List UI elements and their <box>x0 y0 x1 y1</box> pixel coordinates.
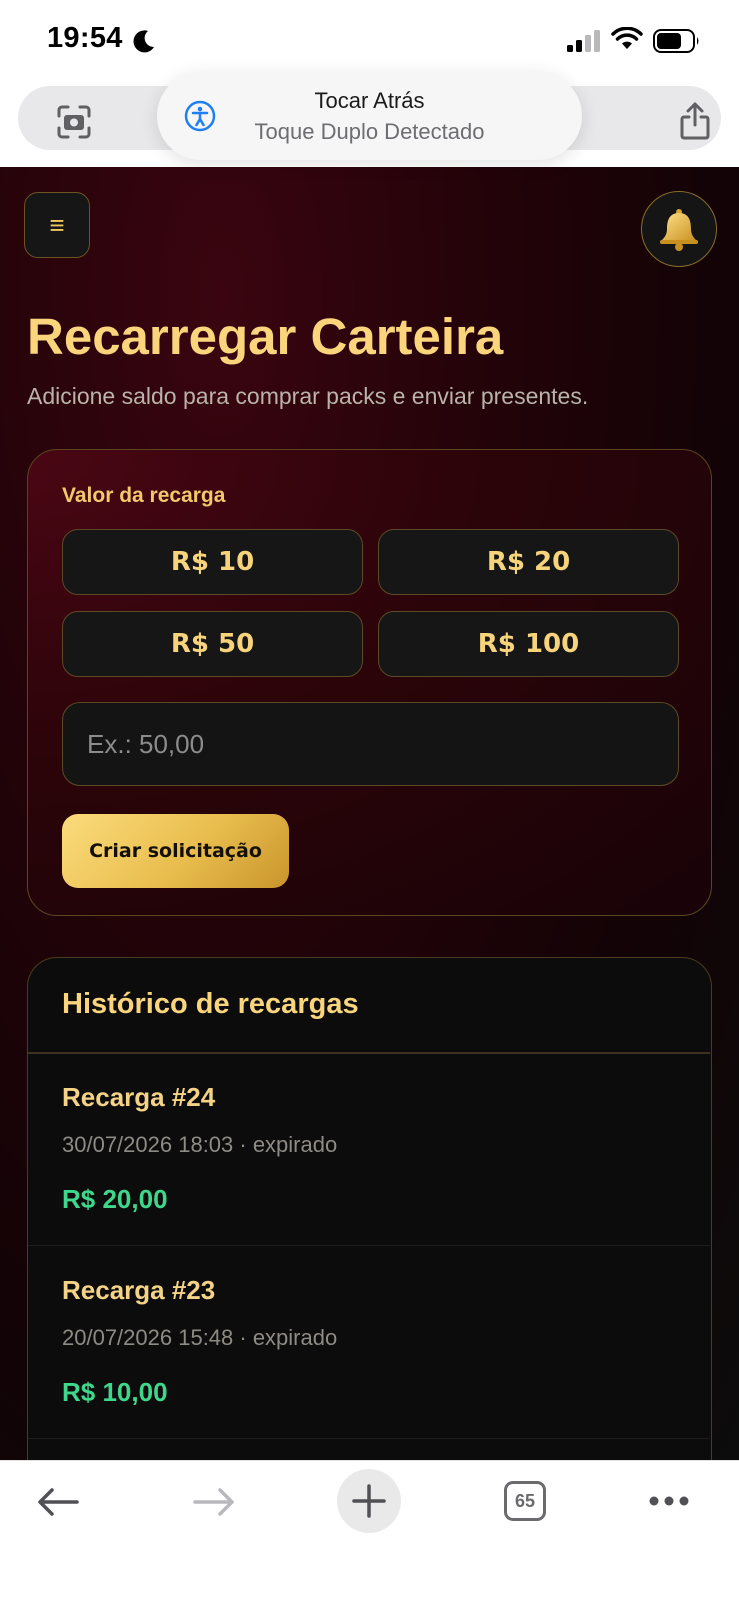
history-item-meta: 30/07/2026 18:03 · expirado <box>62 1132 338 1157</box>
custom-amount-input[interactable] <box>62 702 679 786</box>
menu-button[interactable]: ≡ <box>24 192 90 258</box>
notification-title: Tocar Atrás <box>314 88 425 113</box>
create-request-button[interactable]: Criar solicitação <box>62 814 289 888</box>
forward-arrow-icon[interactable] <box>192 1487 236 1517</box>
amount-10-button[interactable]: R$ 10 <box>62 529 363 595</box>
amount-20-button[interactable]: R$ 20 <box>378 529 679 595</box>
status-bar: 19:54 <box>0 0 739 82</box>
history-item-amount: R$ 20,00 <box>62 1184 168 1214</box>
page-subtitle: Adicione saldo para comprar packs e envi… <box>27 383 589 409</box>
amount-100-button[interactable]: R$ 100 <box>378 611 679 677</box>
recharge-amount-label: Valor da recarga <box>62 484 226 507</box>
page-title: Recarregar Carteira <box>27 308 504 365</box>
notification-subtitle: Toque Duplo Detectado <box>254 119 485 144</box>
notifications-button[interactable] <box>641 191 717 267</box>
new-tab-button[interactable] <box>337 1469 401 1533</box>
history-title: Histórico de recargas <box>62 988 359 1020</box>
history-item-title: Recarga #23 <box>62 1275 216 1305</box>
wallet-page: ≡ Recarregar Carteira Adicione saldo par… <box>0 167 739 1460</box>
history-item-title: Recarga #24 <box>62 1082 216 1112</box>
screenshot-lens-icon[interactable] <box>56 104 92 140</box>
recharge-card: Valor da recarga R$ 10 R$ 20 R$ 50 R$ 10… <box>27 449 712 916</box>
browser-toolbar: 65 <box>0 1460 739 1600</box>
accessibility-notification: Tocar Atrás Toque Duplo Detectado <box>157 72 582 160</box>
tabs-button[interactable]: 65 <box>504 1481 546 1521</box>
share-icon[interactable] <box>678 101 712 141</box>
more-options-icon[interactable] <box>648 1495 690 1507</box>
history-item-amount: R$ 10,00 <box>62 1377 168 1407</box>
wifi-icon <box>611 27 643 49</box>
moon-icon <box>133 30 154 53</box>
battery-icon <box>653 29 699 53</box>
plus-icon <box>352 1484 386 1518</box>
cellular-signal-icon <box>567 30 600 52</box>
amount-50-button[interactable]: R$ 50 <box>62 611 363 677</box>
history-item[interactable]: Recarga #24 30/07/2026 18:03 · expirado … <box>28 1054 710 1246</box>
bell-icon <box>660 209 698 251</box>
status-time: 19:54 <box>47 22 123 54</box>
recharge-history-card: Histórico de recargas Recarga #24 30/07/… <box>27 957 712 1460</box>
hamburger-icon: ≡ <box>49 209 65 240</box>
history-item-meta: 20/07/2026 15:48 · expirado <box>62 1325 338 1350</box>
back-arrow-icon[interactable] <box>36 1487 80 1517</box>
history-item[interactable]: Recarga #23 20/07/2026 15:48 · expirado … <box>28 1247 710 1439</box>
